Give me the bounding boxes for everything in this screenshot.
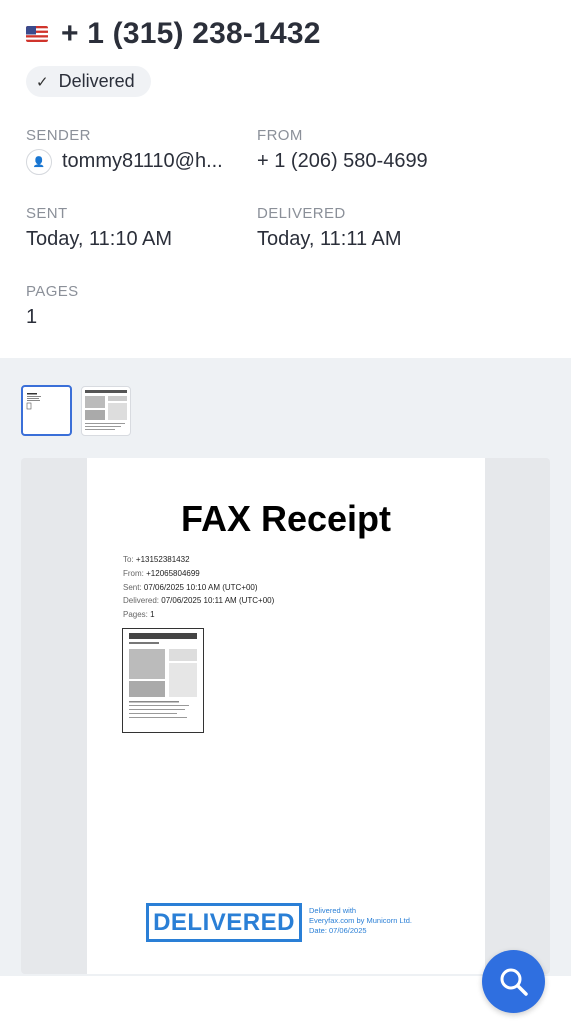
sender-label: SENDER	[26, 127, 91, 144]
delivered-value: Today, 11:11 AM	[257, 228, 402, 250]
search-icon	[500, 968, 528, 996]
sent-page-miniature	[122, 628, 204, 733]
sent-value: Today, 11:10 AM	[26, 228, 173, 250]
page-thumbnail-2[interactable]	[81, 386, 131, 436]
fax-receipt-page[interactable]: FAX Receipt To: +13152381432 From: +1206…	[87, 458, 485, 974]
delivered-label: DELIVERED	[257, 205, 346, 222]
us-flag-icon	[26, 26, 48, 42]
receipt-delivered: Delivered: 07/06/2025 10:11 AM (UTC+00)	[123, 596, 275, 605]
receipt-title: FAX Receipt	[180, 498, 392, 539]
sender-value: tommy81110@h...	[62, 150, 223, 172]
pages-value: 1	[26, 306, 38, 328]
status-badge: ✓ Delivered	[26, 66, 151, 97]
from-label: FROM	[257, 127, 303, 144]
delivered-stamp: DELIVERED	[146, 903, 302, 942]
check-icon: ✓	[36, 73, 49, 91]
receipt-pages: Pages: 1	[123, 610, 155, 619]
recipient-phone: + 1 (315) 238-1432	[61, 17, 321, 50]
page-thumbnail-1[interactable]	[21, 385, 72, 436]
fax-details-panel: + 1 (315) 238-1432 ✓ Delivered SENDER 👤 …	[0, 0, 571, 358]
delivery-note: Delivered with Everyfax.com by Municorn …	[309, 906, 412, 935]
receipt-from: From: +12065804699	[123, 569, 200, 578]
status-label: Delivered	[58, 71, 135, 91]
search-button[interactable]	[482, 950, 545, 1013]
person-icon: 👤	[26, 149, 52, 175]
from-value: + 1 (206) 580-4699	[257, 150, 428, 172]
sent-label: SENT	[26, 205, 68, 222]
receipt-sent: Sent: 07/06/2025 10:10 AM (UTC+00)	[123, 583, 258, 592]
receipt-to: To: +13152381432	[123, 555, 190, 564]
pages-label: PAGES	[26, 283, 79, 300]
